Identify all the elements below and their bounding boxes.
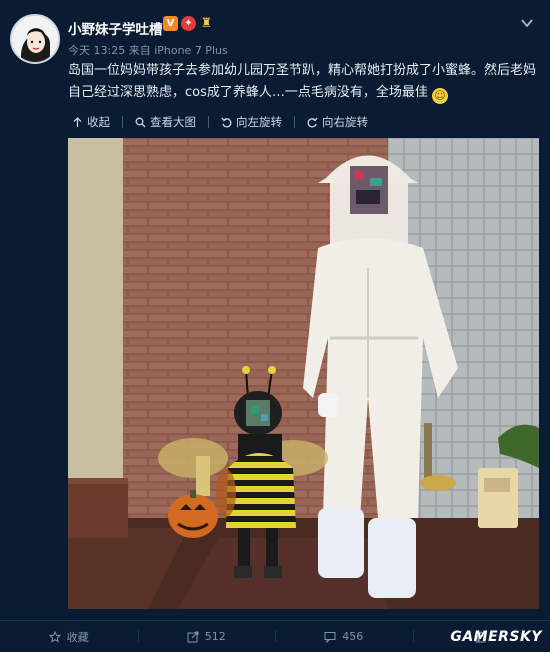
search-icon [135, 117, 146, 128]
username[interactable]: 小野妹子学吐槽 [68, 18, 163, 38]
collapse-icon [72, 117, 83, 128]
verified-v-icon: V [163, 16, 178, 31]
repost-count: 512 [205, 630, 226, 643]
repost-icon [187, 631, 199, 643]
laugh-emoji-icon: ☺ [432, 88, 448, 104]
collapse-button[interactable]: 收起 [68, 114, 114, 130]
view-large-button[interactable]: 查看大图 [131, 114, 200, 130]
halloween-bee-photo [68, 138, 539, 609]
divider [208, 116, 209, 128]
comment-count: 456 [342, 630, 363, 643]
post-body: 岛国一位妈妈带孩子去参加幼儿园万圣节趴，精心帮她打扮成了小蜜蜂。然后老妈自己经过… [68, 63, 536, 100]
collapse-label: 收起 [87, 114, 110, 130]
rotate-right-label: 向右旋转 [322, 114, 368, 130]
post-photo[interactable] [68, 138, 539, 609]
favorite-label: 收藏 [67, 629, 89, 645]
repost-button[interactable]: 512 [138, 621, 276, 652]
rotate-left-icon [221, 117, 232, 128]
rotate-left-button[interactable]: 向左旋转 [217, 114, 286, 130]
rotate-right-icon [307, 117, 318, 128]
divider [122, 116, 123, 128]
avatar[interactable] [10, 14, 60, 64]
divider [294, 116, 295, 128]
rotate-left-label: 向左旋转 [236, 114, 282, 130]
member-icon: ✦ [181, 16, 196, 31]
watermark-logo: GAMERSKY [450, 629, 542, 645]
bonus-badge-icon: ♜ [199, 16, 214, 31]
star-icon [49, 631, 61, 643]
post-text: 岛国一位妈妈带孩子去参加幼儿园万圣节趴，精心帮她打扮成了小蜜蜂。然后老妈自己经过… [68, 60, 538, 104]
view-large-label: 查看大图 [150, 114, 196, 130]
comment-icon [324, 631, 336, 643]
image-toolbar: 收起 查看大图 向左旋转 向右旋转 [68, 114, 372, 130]
rotate-right-button[interactable]: 向右旋转 [303, 114, 372, 130]
post-meta: 今天 13:25 来自 iPhone 7 Plus [68, 42, 228, 58]
user-badges: V ✦ ♜ [163, 16, 214, 31]
post-header: 小野妹子学吐槽 V ✦ ♜ 今天 13:25 来自 iPhone 7 Plus … [0, 0, 550, 110]
comment-button[interactable]: 456 [275, 621, 413, 652]
chevron-down-icon[interactable] [520, 16, 534, 30]
favorite-button[interactable]: 收藏 [0, 621, 138, 652]
